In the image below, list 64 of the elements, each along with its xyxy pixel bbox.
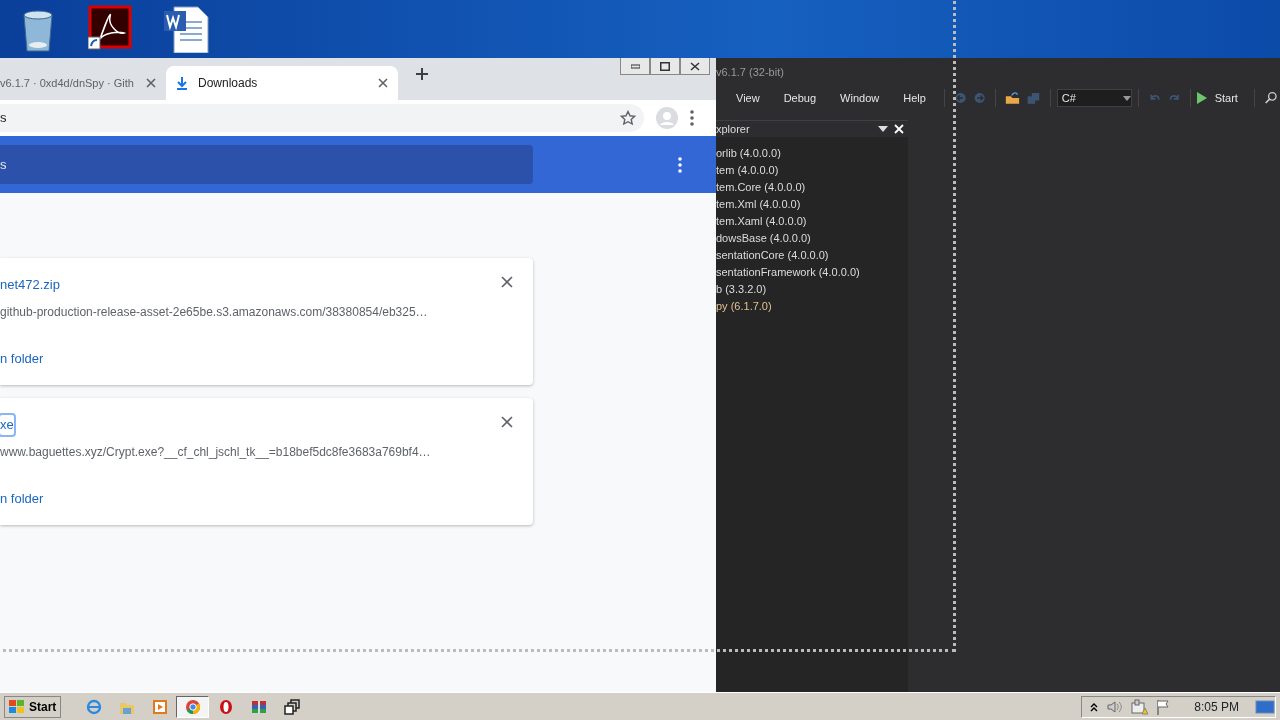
expand-icon[interactable] [1090,701,1099,712]
maximize-button[interactable] [650,58,680,75]
maximize-icon [660,61,670,71]
assembly-item[interactable]: orlib (4.0.0.0) [716,145,908,162]
assembly-item[interactable]: tem.Xaml (4.0.0.0) [716,213,908,230]
show-in-folder-link[interactable]: n folder [0,488,44,508]
play-icon [1196,92,1207,104]
new-tab-button[interactable] [414,66,430,82]
minimize-icon [630,61,640,71]
start-button[interactable]: Start [1196,89,1238,107]
star-icon[interactable] [620,110,636,126]
window-switcher-icon [283,698,300,715]
search-field[interactable]: s [0,145,533,184]
word-document-icon[interactable] [162,5,210,53]
panel-title: xplorer [716,121,751,137]
taskbar-app-button[interactable] [176,695,210,718]
assembly-item[interactable]: tem (4.0.0.0) [716,162,908,179]
back-icon[interactable] [953,90,967,106]
assembly-item[interactable]: b (3.3.2.0) [716,281,908,298]
menu-item[interactable]: View [724,89,772,107]
file-name-link[interactable]: net472.zip [0,275,60,295]
menu-item[interactable]: Debug [771,89,829,107]
windows-logo-icon [9,699,25,714]
chrome-icon [184,698,201,715]
file-name-link[interactable]: xe [0,415,14,435]
assembly-item[interactable]: sentationFramework (4.0.0.0) [716,264,908,281]
show-desktop-icon[interactable] [1255,699,1275,714]
start-button[interactable]: Start [4,695,62,718]
browser-tab[interactable]: v6.1.7 · 0xd4d/dnSpy · Gith [0,66,166,100]
close-icon[interactable] [378,78,388,88]
plus-icon [414,66,430,82]
assembly-item[interactable]: sentationCore (4.0.0.0) [716,247,908,264]
archive-icon [250,698,267,715]
remove-button[interactable] [499,414,515,430]
assembly-item[interactable]: dowsBase (4.0.0.0) [716,230,908,247]
download-icon [176,76,188,90]
more-icon[interactable] [678,156,682,173]
media-player-icon [151,698,168,715]
menu-item[interactable]: Window [828,89,892,107]
menu-item[interactable]: Help [891,89,938,107]
folder-icon[interactable] [1005,90,1020,106]
search-icon[interactable] [1263,90,1277,106]
flag-icon[interactable] [1156,698,1171,715]
remove-button[interactable] [499,274,515,290]
language-dropdown[interactable]: C# [1056,89,1133,107]
clock[interactable]: 8:05 PM [1194,697,1239,716]
download-url: www.baguettes.xyz/Crypt.exe?__cf_chl_jschl_tk__=b18bef5dc8fe3683a769bf4… [0,443,432,461]
close-button[interactable] [680,58,710,75]
assembly-item[interactable]: tem.Core (4.0.0.0) [716,179,908,196]
assembly-item[interactable]: tem.Xml (4.0.0.0) [716,196,908,213]
pdf-shortcut-icon[interactable] [88,5,132,51]
network-warning-icon[interactable] [1130,698,1149,715]
show-in-folder-link[interactable]: n folder [0,348,44,368]
more-icon[interactable] [690,110,694,126]
download-url: github-production-release-asset-2e65be.s3.amazonaws.com/38380854/eb325… [0,303,429,321]
caret-icon [1123,95,1132,101]
opera-icon [217,698,234,715]
window-title: v6.1.7 (32-bit) [716,64,784,80]
dropdown-icon[interactable] [878,126,888,132]
assembly-item[interactable]: py (6.1.7.0) [716,298,908,315]
close-icon [690,61,700,71]
browser-icon [85,698,102,715]
browser-tab[interactable]: Downloads [166,66,398,100]
address-bar[interactable]: s [0,104,644,132]
